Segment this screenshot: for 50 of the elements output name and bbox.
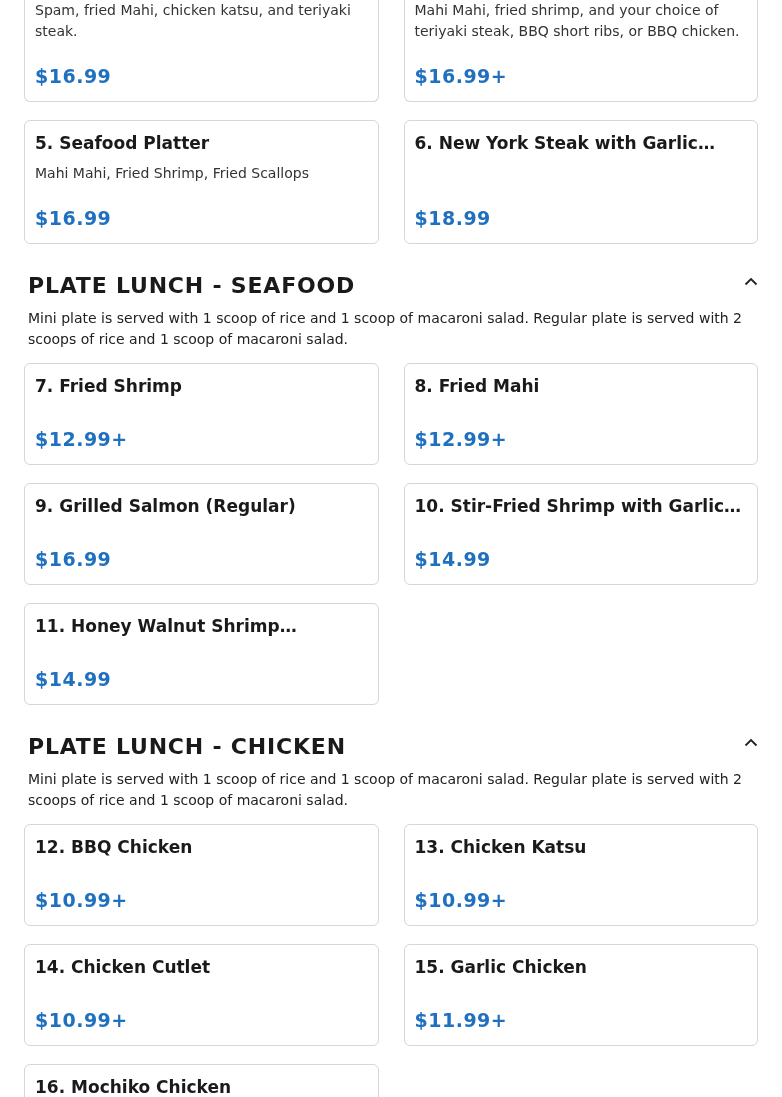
item-price: $16.99+ [414, 64, 509, 89]
item-price: $16.99 [35, 206, 113, 231]
menu-item-card[interactable]: 11. Honey Walnut Shrimp… $14.99 [24, 603, 379, 705]
menu-item-card[interactable]: 13. Chicken Katsu $10.99+ [403, 824, 758, 926]
menu-item-card[interactable]: 5. Seafood Platter Mahi Mahi, Fried Shrimp, Fried Scallops $16.99 [24, 120, 379, 244]
menu-item-card[interactable]: Spam, fried Mahi, chicken katsu, and teriyaki steak. $16.99 [24, 0, 379, 102]
item-name: 15. Garlic Chicken [414, 956, 588, 979]
item-name: 9. Grilled Salmon (Regular) [35, 495, 297, 518]
item-price: $12.99+ [35, 427, 129, 452]
item-description: Spam, fried Mahi, chicken katsu, and teriyaki steak. [35, 1, 352, 41]
menu-item-card[interactable]: Mahi Mahi, fried shrimp, and your choice of teriyaki steak, BBQ short ribs, or BBQ chicken. $16.99+ [403, 0, 758, 102]
item-name: 5. Seafood Platter [35, 132, 211, 155]
item-price: $14.99 [35, 667, 113, 692]
menu-item-card[interactable]: 16. Mochiko Chicken [24, 1064, 379, 1097]
menu-item-card[interactable]: 8. Fried Mahi $12.99+ [403, 363, 758, 465]
menu-item-card[interactable]: 6. New York Steak with Garlic… $18.99 [403, 120, 758, 244]
item-name: 6. New York Steak with Garlic… [414, 132, 716, 155]
item-name: 11. Honey Walnut Shrimp… [35, 615, 298, 638]
section-heading: PLATE LUNCH - CHICKEN [28, 733, 346, 761]
item-price: $14.99 [414, 547, 492, 572]
item-name: 13. Chicken Katsu [414, 836, 588, 859]
item-price: $11.99+ [414, 1008, 509, 1033]
menu-item-card[interactable]: 14. Chicken Cutlet $10.99+ [24, 944, 379, 1046]
menu-item-card[interactable]: 9. Grilled Salmon (Regular) $16.99 [24, 483, 379, 585]
menu-item-card[interactable]: 7. Fried Shrimp $12.99+ [24, 363, 379, 465]
section-heading: PLATE LUNCH - SEAFOOD [28, 272, 356, 300]
item-price: $16.99 [35, 64, 113, 89]
item-description: Mahi Mahi, Fried Shrimp, Fried Scallops [35, 164, 310, 183]
menu-item-card[interactable]: 12. BBQ Chicken $10.99+ [24, 824, 379, 926]
menu-item-card[interactable]: 10. Stir-Fried Shrimp with Garlic… $14.99 [403, 483, 758, 585]
chevron-icon [744, 277, 758, 286]
collapse-button[interactable] [744, 277, 758, 286]
item-name: 12. BBQ Chicken [35, 836, 194, 859]
item-price: $12.99+ [414, 427, 509, 452]
chevron-icon [744, 738, 758, 747]
item-name: 14. Chicken Cutlet [35, 956, 212, 979]
item-price: $10.99+ [35, 1008, 129, 1033]
item-name: 16. Mochiko Chicken [35, 1076, 233, 1097]
item-name: 7. Fried Shrimp [35, 375, 183, 398]
item-name: 8. Fried Mahi [414, 375, 541, 398]
section-description: Mini plate is served with 1 scoop of rice and 1 scoop of macaroni salad. Regular plate is served with 2 scoops of rice and 1 scoop of macaroni salad. [27, 309, 743, 349]
item-price: $10.99+ [35, 888, 129, 913]
item-price: $16.99 [35, 547, 113, 572]
item-price: $18.99 [414, 206, 492, 231]
item-name: 10. Stir-Fried Shrimp with Garlic… [414, 495, 743, 518]
section-description: Mini plate is served with 1 scoop of rice and 1 scoop of macaroni salad. Regular plate is served with 2 scoops of rice and 1 scoop of macaroni salad. [27, 770, 743, 810]
menu-item-card[interactable]: 15. Garlic Chicken $11.99+ [403, 944, 758, 1046]
collapse-button[interactable] [744, 738, 758, 747]
item-price: $10.99+ [414, 888, 509, 913]
item-description: Mahi Mahi, fried shrimp, and your choice of teriyaki steak, BBQ short ribs, or BBQ chicken. [414, 1, 741, 41]
